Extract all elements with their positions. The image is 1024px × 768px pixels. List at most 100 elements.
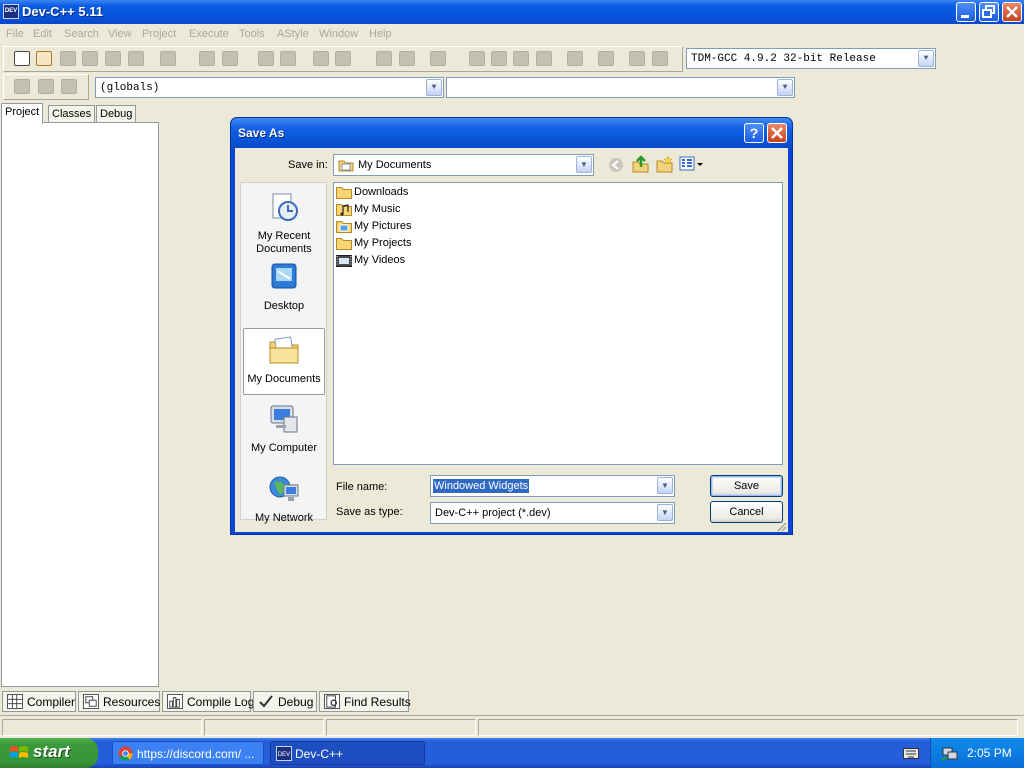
find-next-icon[interactable] bbox=[313, 51, 329, 66]
main-toolbar bbox=[3, 46, 683, 72]
menu-tools[interactable]: Tools bbox=[239, 28, 265, 40]
tab-debug-output[interactable]: Debug bbox=[253, 691, 317, 712]
minimize-button[interactable] bbox=[956, 2, 976, 22]
tab-compile-log[interactable]: Compile Log bbox=[162, 691, 254, 712]
main-title-bar[interactable]: DEV Dev-C++ 5.11 bbox=[0, 0, 1024, 24]
tab-compiler[interactable]: Compiler bbox=[2, 691, 76, 712]
close-button[interactable] bbox=[1002, 2, 1022, 22]
compile-icon[interactable] bbox=[469, 51, 485, 66]
indent-icon[interactable] bbox=[399, 51, 415, 66]
restore-icon bbox=[982, 5, 995, 18]
keyboard-icon[interactable] bbox=[903, 746, 919, 760]
compile-log-chart-icon bbox=[167, 694, 183, 709]
menu-project[interactable]: Project bbox=[142, 28, 176, 40]
menu-help[interactable]: Help bbox=[369, 28, 392, 40]
symbol-select[interactable]: ▼ bbox=[446, 77, 795, 98]
file-name: My Music bbox=[354, 203, 401, 215]
profile-icon[interactable] bbox=[629, 51, 645, 66]
chevron-down-icon[interactable]: ▼ bbox=[918, 50, 934, 67]
back-icon[interactable] bbox=[608, 157, 624, 173]
tab-resources[interactable]: Resources bbox=[78, 691, 160, 712]
replace-icon[interactable] bbox=[280, 51, 296, 66]
chrome-icon bbox=[118, 746, 133, 761]
save-button[interactable]: Save bbox=[710, 475, 783, 497]
redo-icon[interactable] bbox=[222, 51, 238, 66]
menu-window[interactable]: Window bbox=[319, 28, 358, 40]
menu-astyle[interactable]: AStyle bbox=[277, 28, 309, 40]
scope-select[interactable]: (globals) ▼ bbox=[95, 77, 444, 98]
open-file-icon[interactable] bbox=[36, 51, 52, 66]
taskbar-button-chrome[interactable]: https://discord.com/ ... bbox=[112, 741, 264, 765]
tab-project[interactable]: Project bbox=[1, 103, 44, 124]
place-label: Desktop bbox=[263, 300, 305, 312]
delete-profile-icon[interactable] bbox=[652, 51, 668, 66]
chevron-down-icon[interactable]: ▼ bbox=[777, 79, 793, 96]
toggle-comment-icon[interactable] bbox=[430, 51, 446, 66]
menu-search[interactable]: Search bbox=[64, 28, 99, 40]
cancel-button[interactable]: Cancel bbox=[710, 501, 783, 523]
places-bar: My Recent Documents Desktop My Documents bbox=[240, 182, 327, 524]
toggle-bookmark-icon[interactable] bbox=[61, 79, 77, 94]
menu-execute[interactable]: Execute bbox=[189, 28, 229, 40]
clock[interactable]: 2:05 PM bbox=[967, 746, 1012, 760]
place-desktop[interactable]: Desktop bbox=[243, 261, 325, 313]
secondary-toolbar bbox=[3, 74, 89, 100]
unindent-icon[interactable] bbox=[376, 51, 392, 66]
menu-edit[interactable]: Edit bbox=[33, 28, 52, 40]
stop-execution-icon[interactable] bbox=[598, 51, 614, 66]
print-icon[interactable] bbox=[160, 51, 176, 66]
create-new-folder-icon[interactable] bbox=[656, 155, 674, 173]
save-all-icon[interactable] bbox=[82, 51, 98, 66]
project-tree-panel[interactable] bbox=[1, 122, 159, 687]
resize-grip-icon[interactable] bbox=[775, 520, 787, 532]
devcpp-app-icon[interactable]: DEV bbox=[3, 4, 19, 19]
tab-find-results[interactable]: Find Results bbox=[319, 691, 411, 712]
syntax-check-icon[interactable] bbox=[567, 51, 583, 66]
file-name-label: File name: bbox=[336, 481, 388, 493]
rebuild-all-icon[interactable] bbox=[536, 51, 552, 66]
compiler-select[interactable]: TDM-GCC 4.9.2 32-bit Release ▼ bbox=[686, 48, 936, 69]
goto-line-icon[interactable] bbox=[335, 51, 351, 66]
menu-view[interactable]: View bbox=[108, 28, 132, 40]
chevron-down-icon[interactable]: ▼ bbox=[657, 504, 673, 521]
place-recent-documents[interactable]: My Recent Documents bbox=[243, 191, 325, 256]
file-list[interactable]: Downloads My Music My Pictures My Projec… bbox=[333, 182, 783, 465]
view-menu-button[interactable] bbox=[679, 156, 705, 172]
compile-run-icon[interactable] bbox=[513, 51, 529, 66]
file-name: My Projects bbox=[354, 237, 412, 249]
insert-icon[interactable] bbox=[38, 79, 54, 94]
chevron-down-icon[interactable]: ▼ bbox=[657, 477, 673, 494]
new-file-icon[interactable] bbox=[14, 51, 30, 66]
menu-file[interactable]: File bbox=[6, 28, 24, 40]
undo-icon[interactable] bbox=[199, 51, 215, 66]
main-window-title: Dev-C++ 5.11 bbox=[22, 4, 103, 19]
close-all-icon[interactable] bbox=[128, 51, 144, 66]
save-type-select[interactable]: Dev-C++ project (*.dev) ▼ bbox=[430, 502, 675, 524]
chevron-down-icon[interactable]: ▼ bbox=[576, 156, 592, 173]
file-name-field[interactable]: Windowed Widgets ▼ bbox=[430, 475, 675, 497]
start-button[interactable]: start bbox=[0, 738, 98, 768]
taskbar-button-devcpp[interactable]: DEV Dev-C++ bbox=[270, 741, 425, 765]
place-my-network[interactable]: My Network bbox=[243, 473, 325, 525]
find-icon[interactable] bbox=[258, 51, 274, 66]
chevron-down-icon[interactable]: ▼ bbox=[426, 79, 442, 96]
restore-button[interactable] bbox=[979, 2, 999, 22]
start-label: start bbox=[33, 742, 70, 761]
folder-icon bbox=[336, 187, 352, 199]
place-label: My Network bbox=[254, 512, 314, 524]
place-my-documents[interactable]: My Documents bbox=[243, 328, 325, 395]
scope-select-value: (globals) bbox=[100, 82, 160, 94]
help-button[interactable]: ? bbox=[744, 123, 764, 143]
close-file-icon[interactable] bbox=[105, 51, 121, 66]
desktop-icon bbox=[271, 263, 297, 289]
network-connection-icon[interactable] bbox=[941, 744, 959, 762]
save-in-select[interactable]: My Documents ▼ bbox=[333, 154, 594, 176]
dialog-title-bar[interactable]: Save As ? bbox=[231, 118, 792, 148]
save-icon[interactable] bbox=[60, 51, 76, 66]
dialog-close-button[interactable] bbox=[767, 123, 787, 143]
new-class-icon[interactable] bbox=[14, 79, 30, 94]
place-my-computer[interactable]: My Computer bbox=[243, 403, 325, 455]
up-one-level-icon[interactable] bbox=[632, 155, 650, 173]
run-icon[interactable] bbox=[491, 51, 507, 66]
tab-label: Find Results bbox=[344, 695, 411, 709]
